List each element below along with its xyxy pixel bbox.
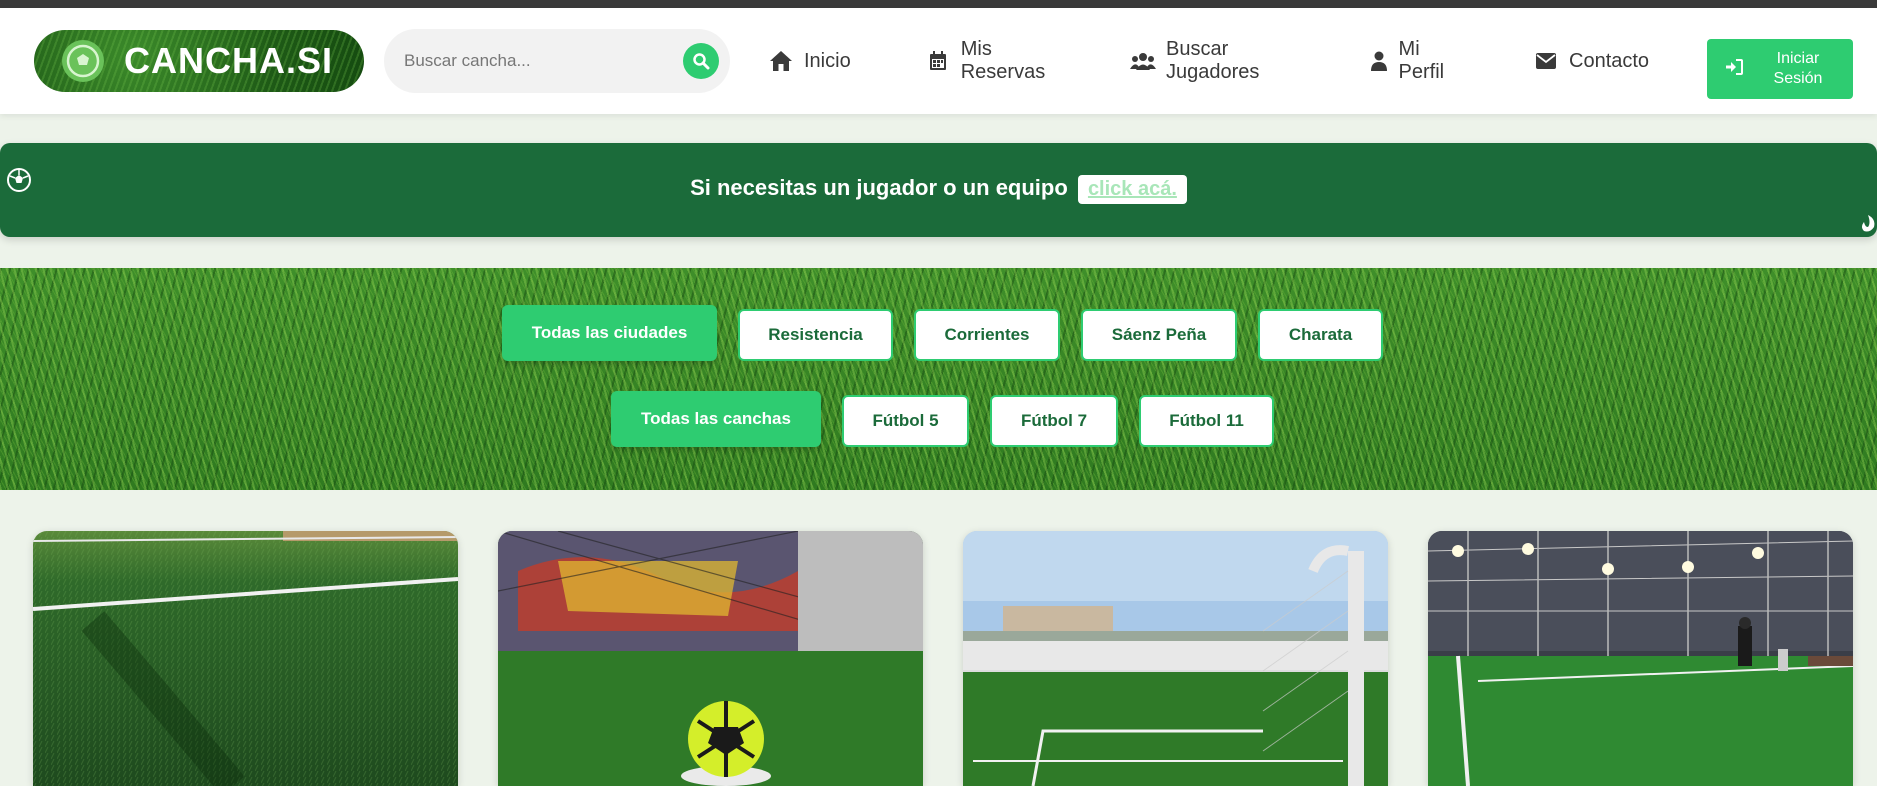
field-card[interactable] bbox=[963, 531, 1388, 786]
user-icon bbox=[1370, 48, 1389, 74]
field-photo bbox=[498, 531, 923, 786]
filter-field-all[interactable]: Todas las canchas bbox=[611, 391, 821, 447]
calendar-icon bbox=[926, 48, 951, 74]
nav-label: Contacto bbox=[1569, 49, 1650, 72]
nav-label: Inicio bbox=[804, 49, 851, 72]
filter-field-futbol-7[interactable]: Fútbol 7 bbox=[990, 395, 1118, 447]
sign-in-icon bbox=[1725, 58, 1743, 80]
filter-city-charata[interactable]: Charata bbox=[1258, 309, 1383, 361]
nav-mis-reservas[interactable]: Mis Reservas bbox=[926, 38, 1076, 84]
filter-city-corrientes[interactable]: Corrientes bbox=[914, 309, 1060, 361]
banner-text: Si necesitas un jugador o un equipo bbox=[690, 175, 1068, 200]
nav-contacto[interactable]: Contacto bbox=[1533, 48, 1649, 74]
nav-buscar-jugadores[interactable]: Buscar Jugadores bbox=[1130, 38, 1280, 84]
promo-banner: Si necesitas un jugador o un equipo clic… bbox=[0, 143, 1877, 237]
users-icon bbox=[1130, 48, 1156, 74]
filter-city-saenz-pena[interactable]: Sáenz Peña bbox=[1081, 309, 1237, 361]
field-card[interactable] bbox=[498, 531, 923, 786]
nav-label: Buscar Jugadores bbox=[1166, 38, 1260, 83]
filter-city-all[interactable]: Todas las ciudades bbox=[502, 305, 717, 361]
field-card[interactable] bbox=[33, 531, 458, 786]
field-card[interactable] bbox=[1428, 531, 1853, 786]
nav-mi-perfil[interactable]: Mi Perfil bbox=[1370, 38, 1450, 84]
field-photo bbox=[963, 531, 1388, 786]
header: CANCHA.SI Inicio Mis Reservas Buscar Jug… bbox=[0, 8, 1877, 114]
filter-field-futbol-5[interactable]: Fútbol 5 bbox=[842, 395, 969, 447]
filter-field-futbol-11[interactable]: Fútbol 11 bbox=[1139, 395, 1274, 447]
logo[interactable]: CANCHA.SI bbox=[34, 30, 364, 92]
leaf-icon bbox=[1858, 213, 1877, 240]
filter-city-resistencia[interactable]: Resistencia bbox=[738, 309, 893, 361]
home-icon bbox=[768, 48, 794, 74]
login-button[interactable]: Iniciar Sesión bbox=[1707, 39, 1853, 99]
envelope-icon bbox=[1533, 48, 1559, 74]
soccer-ball-icon bbox=[62, 40, 104, 82]
filter-section: Todas las ciudades Resistencia Corriente… bbox=[0, 268, 1877, 490]
field-photo bbox=[33, 531, 458, 786]
nav-label: Mis Reservas bbox=[960, 38, 1046, 83]
field-photo bbox=[1428, 531, 1853, 786]
banner-message: Si necesitas un jugador o un equipo clic… bbox=[0, 175, 1877, 204]
search-bar bbox=[384, 29, 730, 93]
top-bar bbox=[0, 0, 1877, 8]
login-label: Iniciar Sesión bbox=[1773, 50, 1823, 87]
logo-text: CANCHA.SI bbox=[124, 40, 334, 81]
banner-link[interactable]: click acá. bbox=[1077, 175, 1187, 204]
search-input[interactable] bbox=[404, 43, 664, 79]
search-icon bbox=[693, 53, 710, 70]
nav-inicio[interactable]: Inicio bbox=[768, 48, 851, 74]
search-button[interactable] bbox=[683, 43, 719, 79]
nav-label: Mi Perfil bbox=[1398, 38, 1445, 83]
